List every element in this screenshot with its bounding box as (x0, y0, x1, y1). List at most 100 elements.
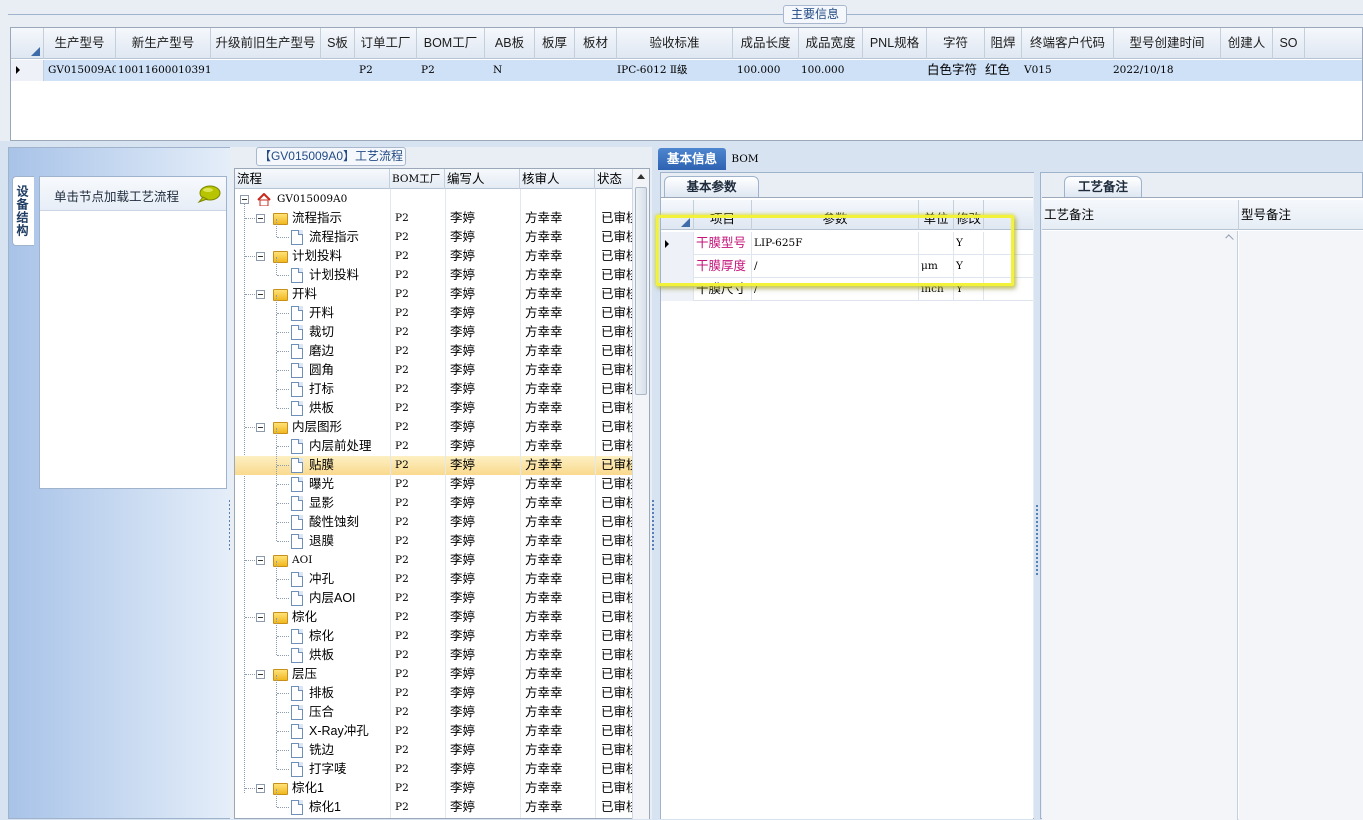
collapse-toggle[interactable] (256, 784, 265, 793)
column-header[interactable]: BOM工厂 (417, 28, 485, 59)
tree-folder-row[interactable]: 棕化 P2 李婷 方幸幸 已审核 (235, 608, 635, 627)
column-header[interactable]: 成品宽度 (799, 28, 863, 59)
tree-folder-row[interactable]: 棕化1 P2 李婷 方幸幸 已审核 (235, 779, 635, 798)
status-cell: 已审核 (601, 401, 633, 415)
collapse-toggle[interactable] (256, 556, 265, 565)
tree-item-row[interactable]: 磨边 P2 李婷 方幸幸 已审核 (235, 333, 635, 361)
collapse-toggle[interactable] (256, 670, 265, 679)
tree-item-row[interactable]: 开料 P2 李婷 方幸幸 已审核 (235, 295, 635, 323)
collapse-toggle[interactable] (256, 613, 265, 622)
tab-equipment-structure[interactable]: 设备结构 (12, 176, 34, 246)
tab-basic-params[interactable]: 基本参数 (664, 176, 759, 198)
tree-item-row[interactable]: 压合 P2 李婷 方幸幸 已审核 (235, 694, 635, 722)
param-value-cell[interactable]: / (752, 255, 919, 278)
collapse-toggle[interactable] (256, 423, 265, 432)
status-cell: 已审核 (601, 344, 633, 358)
column-header[interactable]: 验收标准 (617, 28, 733, 59)
collapse-toggle[interactable] (256, 214, 265, 223)
params-corner-cell[interactable] (661, 200, 694, 230)
column-header[interactable]: 型号创建时间 (1114, 28, 1221, 59)
scroll-thumb[interactable] (635, 187, 647, 395)
tree-item-row[interactable]: 曝光 P2 李婷 方幸幸 已审核 (235, 466, 635, 494)
middle-splitter-grip[interactable] (652, 500, 655, 550)
tree-folder-row[interactable]: 层压 P2 李婷 方幸幸 已审核 (235, 665, 635, 684)
process-flow-scrollbar[interactable] (632, 169, 649, 819)
column-header[interactable]: SO (1273, 28, 1305, 59)
column-header[interactable]: 生产型号 (44, 28, 116, 59)
chevron-up-icon[interactable] (1225, 234, 1234, 243)
remark-col-process[interactable]: 工艺备注 (1042, 200, 1239, 230)
column-header[interactable]: PNL规格 (863, 28, 927, 59)
tree-item-row[interactable]: 打标 P2 李婷 方幸幸 已审核 (235, 371, 635, 399)
column-header[interactable]: 阻焊 (985, 28, 1022, 59)
bom-factory-cell: P2 (395, 250, 409, 262)
params-col-item[interactable]: 项目 (694, 200, 752, 230)
tree-item-row[interactable]: 酸性蚀刻 P2 李婷 方幸幸 已审核 (235, 504, 635, 532)
tree-column-header[interactable]: 流程 (235, 169, 390, 189)
collapse-toggle[interactable] (256, 252, 265, 261)
tab-process-remark[interactable]: 工艺备注 (1064, 176, 1142, 198)
tab-bom[interactable]: BOM (730, 148, 760, 170)
column-header[interactable]: 成品长度 (733, 28, 799, 59)
grid-corner-cell[interactable] (11, 28, 44, 59)
tree-item-row[interactable]: 棕化 P2 李婷 方幸幸 已审核 (235, 618, 635, 646)
tree-folder-row[interactable]: 开料 P2 李婷 方幸幸 已审核 (235, 285, 635, 304)
model-remark-text[interactable] (1239, 231, 1363, 820)
scroll-up-icon[interactable] (637, 174, 645, 179)
process-remark-text[interactable] (1042, 231, 1238, 820)
tree-item-row[interactable]: 棕化1 P2 李婷 方幸幸 已审核 (235, 789, 635, 817)
tree-item-row[interactable]: 圆角 P2 李婷 方幸幸 已审核 (235, 352, 635, 380)
tree-folder-row[interactable]: 计划投料 P2 李婷 方幸幸 已审核 (235, 247, 635, 266)
param-row[interactable]: 干膜尺寸 / inch Y (661, 278, 1033, 301)
tree-root-row[interactable]: GV015009A0 (235, 190, 635, 209)
tree-item-row[interactable]: 流程指示 P2 李婷 方幸幸 已审核 (235, 219, 635, 247)
table-row[interactable]: GV015009A0 10011600010391 P2 P2 N IPC-6012 Ⅱ级… (11, 60, 1362, 81)
param-row[interactable]: 干膜厚度 / μm Y (661, 255, 1033, 278)
column-header[interactable]: 订单工厂 (355, 28, 417, 59)
tree-item-row[interactable]: 内层AOI P2 李婷 方幸幸 已审核 (235, 580, 635, 608)
tree-folder-row[interactable]: 内层图形 P2 李婷 方幸幸 已审核 (235, 418, 635, 437)
tree-item-row[interactable]: 排板 P2 李婷 方幸幸 已审核 (235, 675, 635, 703)
tree-item-row[interactable]: 烘板 P2 李婷 方幸幸 已审核 (235, 390, 635, 418)
bom-factory-cell: P2 (395, 782, 409, 794)
speech-bubble-icon[interactable] (197, 185, 221, 203)
tree-item-row[interactable]: 退膜 P2 李婷 方幸幸 已审核 (235, 523, 635, 551)
params-col-param[interactable]: 参数 (752, 200, 919, 230)
tree-item-row[interactable]: 打字唛 P2 李婷 方幸幸 已审核 (235, 751, 635, 779)
column-header[interactable]: AB板 (485, 28, 535, 59)
column-header[interactable]: 创建人 (1221, 28, 1273, 59)
bom-factory-cell: P2 (395, 345, 409, 357)
tree-item-row[interactable]: 内层前处理 P2 李婷 方幸幸 已审核 (235, 428, 635, 456)
tree-item-row[interactable]: 冲孔 P2 李婷 方幸幸 已审核 (235, 561, 635, 589)
column-header[interactable]: 新生产型号 (116, 28, 211, 59)
tree-column-header[interactable]: 编写人 (445, 169, 520, 189)
tree-column-header[interactable]: 状态 (595, 169, 635, 189)
tree-item-row[interactable]: 计划投料 P2 李婷 方幸幸 已审核 (235, 257, 635, 285)
param-row[interactable]: 干膜型号 LIP-625F Y (661, 232, 1033, 255)
tree-folder-row[interactable]: 流程指示 P2 李婷 方幸幸 已审核 (235, 209, 635, 228)
tree-item-row[interactable]: 烘板 P2 李婷 方幸幸 已审核 (235, 637, 635, 665)
tree-item-row[interactable]: 贴膜 P2 李婷 方幸幸 已审核 (235, 447, 635, 475)
tree-item-row[interactable]: 裁切 P2 李婷 方幸幸 已审核 (235, 314, 635, 342)
tree-folder-row[interactable]: AOI P2 李婷 方幸幸 已审核 (235, 551, 635, 570)
remark-col-model[interactable]: 型号备注 (1239, 200, 1363, 230)
column-header[interactable]: 板厚 (535, 28, 575, 59)
column-header[interactable]: S板 (321, 28, 355, 59)
column-header[interactable]: 升级前旧生产型号 (211, 28, 321, 59)
column-header[interactable]: 板材 (575, 28, 617, 59)
param-value-cell[interactable]: LIP-625F (752, 232, 919, 255)
right-splitter-grip[interactable] (1036, 505, 1039, 575)
collapse-toggle[interactable] (240, 195, 249, 204)
params-col-modify[interactable]: 修改 (954, 200, 984, 230)
tree-column-header[interactable]: BOM工厂 (390, 169, 445, 189)
param-value-cell[interactable]: / (752, 278, 919, 301)
params-col-unit[interactable]: 单位 (919, 200, 954, 230)
tab-basic-info[interactable]: 基本信息 (658, 148, 726, 170)
tree-item-row[interactable]: 铣边 P2 李婷 方幸幸 已审核 (235, 732, 635, 760)
tree-item-row[interactable]: X-Ray冲孔 P2 李婷 方幸幸 已审核 (235, 713, 635, 741)
column-header[interactable]: 终端客户代码 (1022, 28, 1114, 59)
tree-item-row[interactable]: 显影 P2 李婷 方幸幸 已审核 (235, 485, 635, 513)
collapse-toggle[interactable] (256, 290, 265, 299)
column-header[interactable]: 字符 (927, 28, 985, 59)
tree-column-header[interactable]: 核审人 (520, 169, 595, 189)
